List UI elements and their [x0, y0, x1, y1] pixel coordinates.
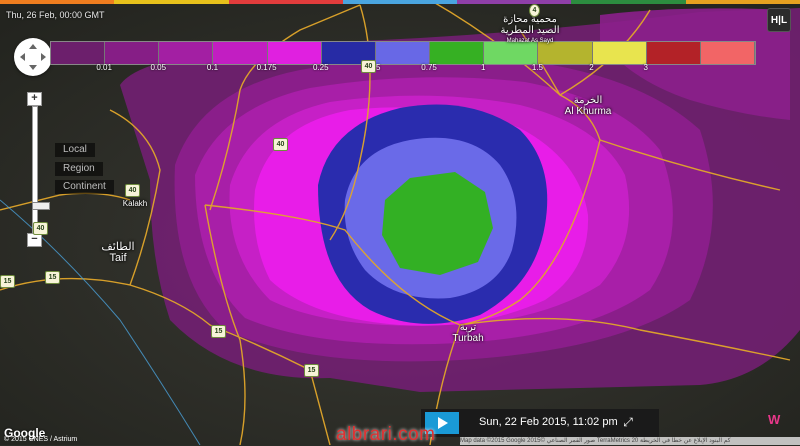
legend-swatch [592, 42, 647, 64]
precip-legend [50, 41, 756, 65]
place-khurma-en: Al Khurma [564, 106, 612, 117]
legend-tick-label: 0.75 [421, 63, 437, 72]
pan-control[interactable] [14, 38, 52, 76]
expand-icon[interactable]: ⤢ [621, 415, 635, 429]
legend-swatch [213, 42, 268, 64]
legend-tick-label: 2 [589, 63, 594, 72]
place-khurma-ar: الخرمة [573, 95, 603, 106]
zoom-level-region[interactable]: Region [55, 162, 103, 176]
zoom-out-button[interactable]: − [27, 233, 42, 247]
zoom-slider-track[interactable] [32, 106, 50, 234]
legend-tick-label: 0.01 [96, 63, 112, 72]
watermark: albrari.com [336, 424, 436, 445]
legend-tick-label: 0.05 [150, 63, 167, 72]
route-shield-15: 15 [211, 325, 226, 338]
route-shield-15: 15 [0, 275, 15, 288]
legend-tick-label: 3 [643, 63, 648, 72]
route-shield-40: 40 [273, 138, 288, 151]
playback-date: Sun, 22 Feb 2015, 11:02 pm [479, 416, 618, 428]
legend-swatch [375, 42, 431, 64]
place-taif: الطائف Taif [90, 242, 146, 264]
legend-tick-label: 0.25 [312, 63, 329, 72]
hl-toggle-button[interactable]: H|L [767, 8, 791, 32]
legend-swatch [700, 42, 756, 64]
legend-tick-label: 1 [480, 63, 486, 72]
place-taif-en: Taif [109, 252, 127, 264]
place-turbah-en: Turbah [452, 333, 484, 344]
route-shield-4: 4 [529, 4, 540, 17]
legend-tick-label: 0.1 [206, 63, 219, 72]
zoom-level-continent[interactable]: Continent [55, 180, 114, 194]
legend-swatch [159, 42, 214, 64]
timestamp-label: Thu, 26 Feb, 00:00 GMT [6, 10, 105, 20]
legend-swatch [646, 42, 701, 64]
map-attribution: Map data ©2015 Google صور القمر الصناعي … [460, 437, 800, 445]
wu-logo-icon: W [768, 412, 781, 427]
place-khurma: الخرمة Al Khurma [560, 95, 616, 117]
legend-swatch [105, 42, 160, 64]
route-shield-15: 15 [45, 271, 60, 284]
place-mahazat: محمية محازة الصيد المطرية Mahazat As Say… [500, 14, 560, 47]
route-shield-40: 40 [361, 60, 376, 73]
place-kalakh: Kalakh [122, 199, 148, 208]
playback-bar: Sun, 22 Feb 2015, 11:02 pm ⤢ [421, 409, 659, 437]
route-shield-40: 40 [125, 184, 140, 197]
place-mahazat-ar1: محمية محازة [503, 14, 557, 25]
legend-tick-label: 0.175 [256, 63, 277, 72]
legend-swatch [267, 42, 322, 64]
legend-swatch [430, 42, 485, 64]
place-mahazat-ar2: الصيد المطرية [500, 25, 560, 36]
zoom-slider-handle[interactable] [32, 202, 50, 210]
place-turbah: تربة Turbah [443, 322, 493, 344]
zoom-level-local[interactable]: Local [55, 143, 95, 157]
route-shield-40: 40 [33, 222, 48, 235]
precip-legend-ticks: 0.010.050.10.1750.250.50.7511.523 [50, 63, 756, 75]
legend-tick-label: 1.5 [531, 63, 543, 72]
place-turbah-ar: تربة [459, 322, 477, 333]
place-mahazat-en: Mahazat As Sayd [506, 38, 554, 44]
zoom-in-button[interactable]: + [27, 92, 42, 106]
legend-swatch [51, 42, 106, 64]
imagery-credit: © 2015 CNES / Astrium [4, 436, 78, 443]
route-shield-15: 15 [304, 364, 319, 377]
top-stripe [0, 0, 800, 4]
